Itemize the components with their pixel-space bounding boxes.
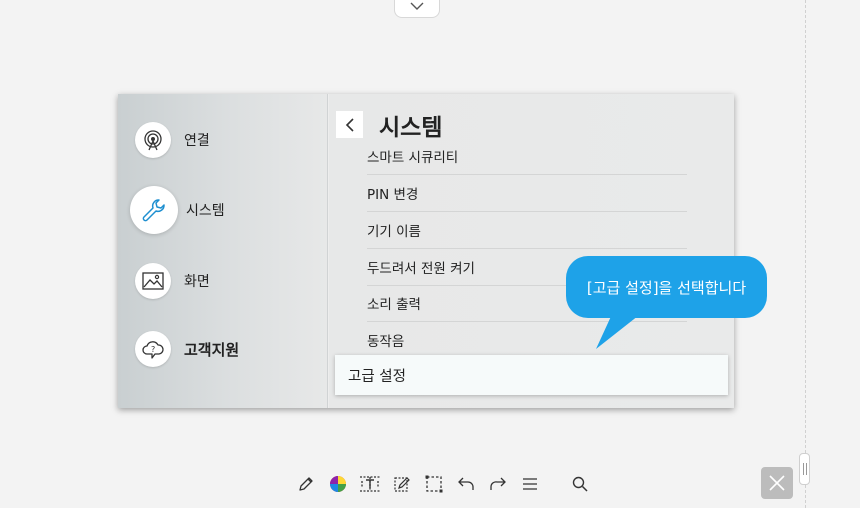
search-icon[interactable] [564,470,596,498]
sidebar-item-support[interactable]: ? 고객지원 [135,331,239,367]
sidebar-item-label: 시스템 [186,203,225,219]
cloud-help-icon: ? [135,331,171,367]
redo-icon[interactable] [482,470,514,498]
menu-item-label: 동작음 [367,334,405,350]
back-button[interactable] [336,111,363,138]
menu-item-device-name[interactable]: 기기 이름 [367,212,687,249]
drag-handle[interactable] [799,453,810,485]
chevron-down-icon [410,2,424,10]
menu-item-label: 스마트 시큐리티 [367,149,459,166]
menu-item-label: 소리 출력 [367,297,421,313]
settings-sidebar: 연결 시스템 화면 ? 고객지원 [118,94,328,408]
sidebar-item-connection[interactable]: 연결 [135,122,210,158]
svg-text:?: ? [151,345,155,354]
sidebar-item-label: 화면 [184,274,210,290]
text-box-icon[interactable] [354,470,386,498]
collapse-tab[interactable] [394,0,440,18]
menu-item-smart-security[interactable]: 스마트 시큐리티 [367,137,687,175]
tv-settings-screen: 연결 시스템 화면 ? 고객지원 시스템 스마트 시큐리티 PIN 변경 기기 … [118,94,734,408]
system-settings-panel: 시스템 스마트 시큐리티 PIN 변경 기기 이름 두드려서 전원 켜기 소리 … [329,94,734,408]
close-button[interactable] [761,467,793,499]
menu-item-label: 기기 이름 [367,224,421,240]
close-icon [769,475,785,491]
menu-item-pin-change[interactable]: PIN 변경 [367,175,687,212]
menu-item-advanced-settings[interactable]: 고급 설정 [335,355,728,395]
sidebar-item-system[interactable]: 시스템 [130,186,225,234]
menu-item-label: 두드려서 전원 켜기 [367,261,475,277]
image-icon [135,263,171,299]
sidebar-item-display[interactable]: 화면 [135,263,210,299]
menu-item-label: 고급 설정 [348,368,406,385]
sidebar-item-label: 연결 [184,133,210,149]
color-wheel-icon[interactable] [322,470,354,498]
antenna-icon [135,122,171,158]
callout-text: [고급 설정]을 선택합니다 [586,278,747,297]
menu-icon[interactable] [514,470,546,498]
annotation-toolbar [290,470,596,498]
pen-icon[interactable] [290,470,322,498]
edit-note-icon[interactable] [386,470,418,498]
chevron-left-icon [345,117,354,132]
sidebar-item-label: 고객지원 [184,340,240,359]
menu-item-label: PIN 변경 [367,187,419,203]
right-divider [805,0,806,508]
select-area-icon[interactable] [418,470,450,498]
callout-tail [596,312,643,349]
undo-icon[interactable] [450,470,482,498]
callout-bubble: [고급 설정]을 선택합니다 [566,256,767,318]
wrench-icon [130,186,178,234]
